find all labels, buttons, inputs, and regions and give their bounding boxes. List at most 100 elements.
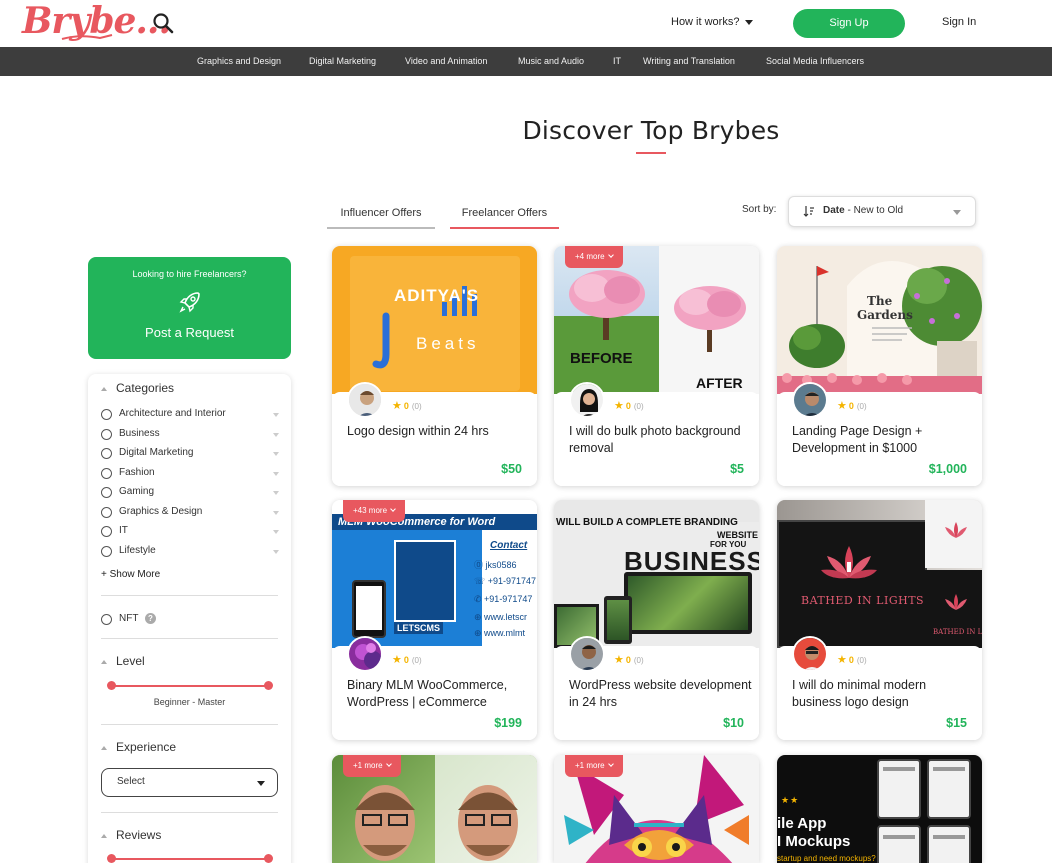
collapse-icon (101, 833, 107, 838)
post-request-box[interactable]: Looking to hire Freelancers? Post a Requ… (88, 257, 291, 359)
avatar[interactable] (792, 382, 828, 418)
more-badge[interactable]: +4 more (565, 246, 623, 268)
offer-thumbnail[interactable]: ★★ ile App I Mockups startup and need mo… (777, 755, 982, 863)
radio-icon[interactable] (101, 468, 112, 479)
rating: ★ 0 (0) (392, 399, 422, 412)
radio-icon[interactable] (101, 507, 112, 518)
radio-icon[interactable] (101, 614, 112, 625)
category-item[interactable]: IT (101, 524, 279, 540)
thumbnail-text: BEFORE (570, 350, 633, 367)
nav-graphics-design[interactable]: Graphics and Design (197, 56, 281, 66)
offer-card[interactable]: +1 more (332, 755, 537, 863)
nav-music-audio[interactable]: Music and Audio (518, 56, 584, 66)
avatar[interactable] (569, 382, 605, 418)
category-item[interactable]: Business (101, 427, 279, 443)
category-item[interactable]: Fashion (101, 466, 279, 482)
offer-price: $199 (494, 716, 522, 730)
reviews-header[interactable]: Reviews (101, 828, 161, 842)
search-icon[interactable] (152, 12, 174, 34)
chevron-down-icon[interactable] (273, 472, 279, 476)
more-badge[interactable]: +1 more (565, 755, 623, 777)
offer-title[interactable]: Landing Page Design + Development in $10… (792, 423, 977, 457)
level-slider[interactable] (107, 681, 273, 690)
more-badge-label: +43 more (353, 506, 388, 515)
chevron-down-icon (953, 210, 961, 215)
radio-icon[interactable] (101, 429, 112, 440)
show-more-link[interactable]: + Show More (101, 569, 160, 580)
offer-card[interactable]: ★★ ile App I Mockups startup and need mo… (777, 755, 982, 863)
category-item[interactable]: Graphics & Design (101, 505, 279, 521)
offer-title[interactable]: Logo design within 24 hrs (347, 423, 532, 440)
slider-min-handle[interactable] (107, 854, 116, 863)
avatar[interactable] (792, 636, 828, 672)
rating-count: (0) (633, 656, 644, 665)
offer-card[interactable]: BATHED IN LIGHTS BATHED IN LIGH ★0(0) I … (777, 500, 982, 740)
avatar[interactable] (569, 636, 605, 672)
offer-title[interactable]: WordPress website development in 24 hrs (569, 677, 754, 711)
offer-card[interactable]: ADITYA'S Beats ★ 0 (0) Logo design within … (332, 246, 537, 486)
rating-count: (0) (856, 656, 867, 665)
slider-min-handle[interactable] (107, 681, 116, 690)
offer-title[interactable]: I will do bulk photo background removal (569, 423, 754, 457)
experience-select[interactable]: Select (101, 768, 278, 797)
offer-info: ★ 0 (0) Logo design within 24 hrs $50 (332, 382, 537, 486)
nav-digital-marketing[interactable]: Digital Marketing (309, 56, 376, 66)
sort-select[interactable]: Date - New to Old (788, 196, 976, 227)
more-badge[interactable]: +43 more (343, 500, 406, 522)
thumbnail-contact-row: ⊕ www.mlmt (474, 628, 526, 638)
category-item[interactable]: Architecture and Interior (101, 407, 279, 423)
chevron-down-icon[interactable] (273, 433, 279, 437)
nav-social-media-influencers[interactable]: Social Media Influencers (766, 56, 864, 66)
nav-it[interactable]: IT (613, 56, 621, 66)
category-label: Architecture and Interior (119, 408, 226, 419)
more-badge[interactable]: +1 more (343, 755, 401, 777)
level-header[interactable]: Level (101, 654, 145, 668)
sign-up-button[interactable]: Sign Up (793, 9, 905, 38)
offer-thumbnail[interactable]: BATHED IN LIGHTS BATHED IN LIGH (777, 500, 982, 648)
offer-info: ★ 0 (0) WordPress website development in 2… (554, 636, 759, 740)
categories-header[interactable]: Categories (101, 381, 174, 395)
reviews-slider[interactable] (107, 854, 273, 863)
chevron-down-icon[interactable] (273, 452, 279, 456)
offer-title[interactable]: Binary MLM WooCommerce, WordPress | eCom… (347, 677, 532, 711)
radio-icon[interactable] (101, 526, 112, 537)
offer-card[interactable]: The Gardens ★ 0 (0) Landing Page Design + … (777, 246, 982, 486)
radio-icon[interactable] (101, 546, 112, 557)
chevron-down-icon[interactable] (273, 550, 279, 554)
chevron-down-icon[interactable] (273, 530, 279, 534)
category-item[interactable]: Digital Marketing (101, 446, 279, 462)
offer-title[interactable]: I will do minimal modern business logo d… (792, 677, 977, 711)
offer-thumbnail[interactable]: WILL BUILD A COMPLETE BRANDING WEBSITE F… (554, 500, 759, 648)
tab-freelancer-offers[interactable]: Freelancer Offers (450, 207, 559, 229)
slider-max-handle[interactable] (264, 681, 273, 690)
portrait-image (355, 785, 415, 861)
offer-thumbnail[interactable]: BEFORE AFTER (554, 246, 759, 394)
experience-select-value: Select (117, 776, 145, 787)
category-item[interactable]: Lifestyle (101, 544, 279, 560)
offer-thumbnail[interactable]: MLM WooCommerce for Word LETSCMS Contact… (332, 500, 537, 648)
nav-video-animation[interactable]: Video and Animation (405, 56, 487, 66)
avatar[interactable] (347, 382, 383, 418)
how-it-works-menu[interactable]: How it works? (671, 16, 754, 28)
offer-card[interactable]: MLM WooCommerce for Word LETSCMS Contact… (332, 500, 537, 740)
chevron-down-icon[interactable] (273, 511, 279, 515)
slider-max-handle[interactable] (264, 854, 273, 863)
offer-card[interactable]: BEFORE AFTER +4 more ★ 0 (0) I will do bul… (554, 246, 759, 486)
offer-card[interactable]: +1 more (554, 755, 759, 863)
chevron-down-icon[interactable] (273, 413, 279, 417)
offer-card[interactable]: WILL BUILD A COMPLETE BRANDING WEBSITE F… (554, 500, 759, 740)
offer-info: ★ 0 (0) I will do minimal modern business … (777, 636, 982, 740)
sign-in-link[interactable]: Sign In (942, 16, 976, 28)
experience-header[interactable]: Experience (101, 740, 176, 754)
help-icon[interactable]: ? (145, 613, 156, 624)
nav-writing-translation[interactable]: Writing and Translation (643, 56, 735, 66)
tab-influencer-offers[interactable]: Influencer Offers (327, 207, 435, 229)
offer-thumbnail[interactable]: The Gardens (777, 246, 982, 394)
radio-icon[interactable] (101, 487, 112, 498)
radio-icon[interactable] (101, 448, 112, 459)
radio-icon[interactable] (101, 409, 112, 420)
chevron-down-icon[interactable] (273, 491, 279, 495)
category-item[interactable]: Gaming (101, 485, 279, 501)
avatar[interactable] (347, 636, 383, 672)
offer-thumbnail[interactable]: ADITYA'S Beats (332, 246, 537, 394)
